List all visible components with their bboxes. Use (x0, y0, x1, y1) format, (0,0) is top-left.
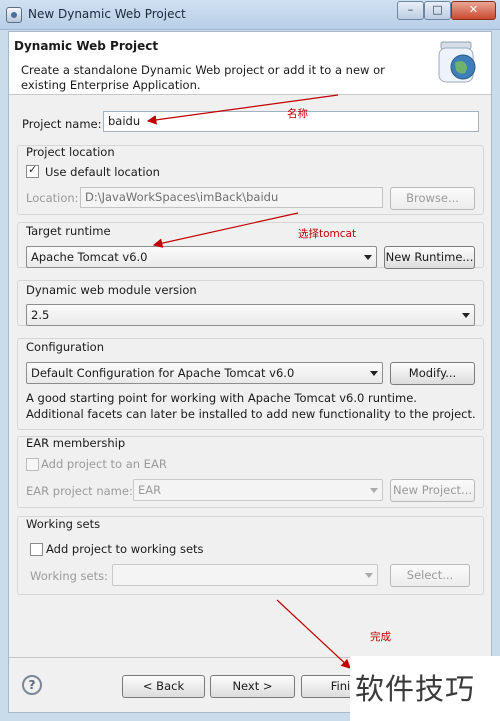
annotation-name: 名称 (287, 108, 308, 120)
annotation-arrows (146, 94, 351, 669)
annotation-arrow-tomcat (152, 212, 299, 248)
annotation-arrow-finish (276, 599, 351, 669)
watermark: 软件技巧 (350, 656, 500, 721)
annotation-tomcat: 选择tomcat (298, 228, 357, 240)
annotation-arrow-name (146, 94, 339, 125)
annotation-finish: 完成 (370, 631, 391, 643)
watermark-text: 软件技巧 (355, 672, 476, 706)
